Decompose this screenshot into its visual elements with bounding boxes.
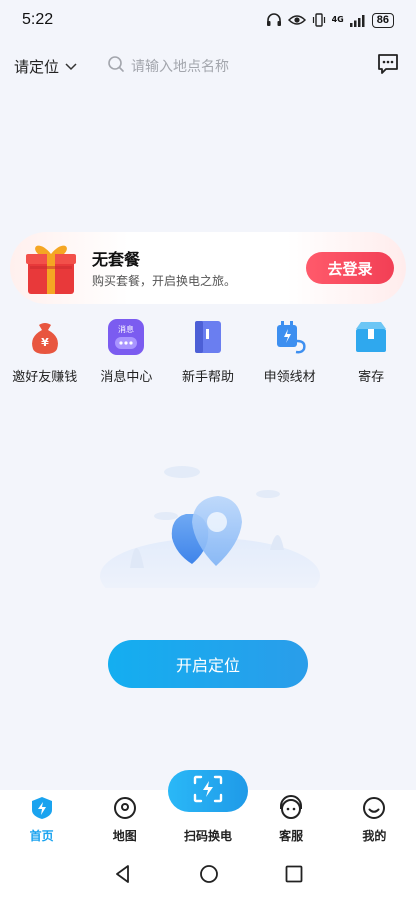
- package-subtitle: 购买套餐，开启换电之旅。: [92, 274, 237, 288]
- search-input[interactable]: 请输入地点名称: [107, 55, 374, 77]
- nav-label: 首页: [29, 829, 54, 843]
- vibrate-icon: [312, 13, 326, 27]
- top-bar: 请定位 请输入地点名称: [0, 44, 416, 88]
- status-time: 5:22: [22, 11, 54, 28]
- nav-profile[interactable]: 我的: [339, 795, 409, 844]
- battery-indicator: 86: [371, 12, 394, 28]
- quick-apply-cable[interactable]: 申领线材: [250, 318, 330, 388]
- nav-customer-service[interactable]: 客服: [256, 795, 326, 844]
- money-bag-icon: ¥: [26, 318, 64, 356]
- home-bolt-icon: [29, 795, 55, 821]
- package-title: 无套餐: [92, 250, 141, 269]
- quick-label: 新手帮助: [181, 370, 234, 385]
- location-illustration: [100, 458, 320, 614]
- map-pin-icon: [112, 795, 138, 821]
- message-button[interactable]: [374, 52, 402, 80]
- message-badge-text: 消息: [118, 324, 134, 334]
- headphones-icon: [266, 13, 282, 27]
- quick-invite-friends[interactable]: ¥ 邀好友赚钱: [5, 318, 85, 388]
- gift-box-icon: [20, 236, 82, 298]
- status-icons: 4G 86: [266, 12, 394, 28]
- chevron-down-icon: [65, 58, 77, 75]
- scan-bolt-icon: [193, 775, 223, 807]
- chat-bubble-icon: [376, 52, 400, 80]
- nav-label: 客服: [279, 829, 304, 843]
- search-icon: [107, 55, 125, 77]
- open-location-button[interactable]: 开启定位: [108, 640, 308, 688]
- scan-swap-button[interactable]: [168, 770, 248, 812]
- signal-icon: [349, 14, 366, 27]
- recents-square-icon[interactable]: [285, 865, 303, 887]
- quick-storage[interactable]: 寄存: [331, 318, 411, 388]
- quick-beginner-help[interactable]: 新手帮助: [168, 318, 248, 388]
- quick-label: 消息中心: [100, 370, 153, 385]
- quick-actions: ¥ 邀好友赚钱 消息 消息中心 新手帮助 申领线材 寄存: [0, 318, 416, 388]
- smile-face-icon: [361, 795, 387, 821]
- nav-label: 我的: [362, 829, 387, 843]
- status-bar: 5:22 4G 86: [0, 0, 416, 40]
- message-center-icon: 消息: [107, 318, 145, 356]
- charging-cable-icon: [271, 318, 309, 356]
- quick-message-center[interactable]: 消息 消息中心: [86, 318, 166, 388]
- nav-home[interactable]: 首页: [7, 795, 77, 844]
- nav-label: 地图: [112, 829, 137, 843]
- help-book-icon: [189, 318, 227, 356]
- eye-icon: [287, 14, 306, 26]
- customer-service-icon: [278, 795, 304, 821]
- network-label: 4G: [331, 15, 344, 24]
- login-button[interactable]: 去登录: [306, 252, 394, 284]
- quick-label: 申领线材: [263, 370, 316, 385]
- back-icon[interactable]: [113, 864, 133, 888]
- nav-map[interactable]: 地图: [90, 795, 160, 844]
- system-nav-bar: [0, 852, 416, 900]
- location-selector[interactable]: 请定位: [14, 56, 77, 77]
- quick-label: 邀好友赚钱: [12, 370, 78, 385]
- package-card: 无套餐 购买套餐，开启换电之旅。 去登录: [10, 232, 406, 304]
- search-placeholder: 请输入地点名称: [131, 59, 230, 75]
- quick-label: 寄存: [358, 370, 385, 385]
- home-circle-icon[interactable]: [199, 864, 219, 888]
- nav-label: 扫码换电: [183, 829, 232, 843]
- location-label: 请定位: [14, 58, 60, 76]
- svg-text:¥: ¥: [41, 336, 49, 349]
- storage-box-icon: [352, 318, 390, 356]
